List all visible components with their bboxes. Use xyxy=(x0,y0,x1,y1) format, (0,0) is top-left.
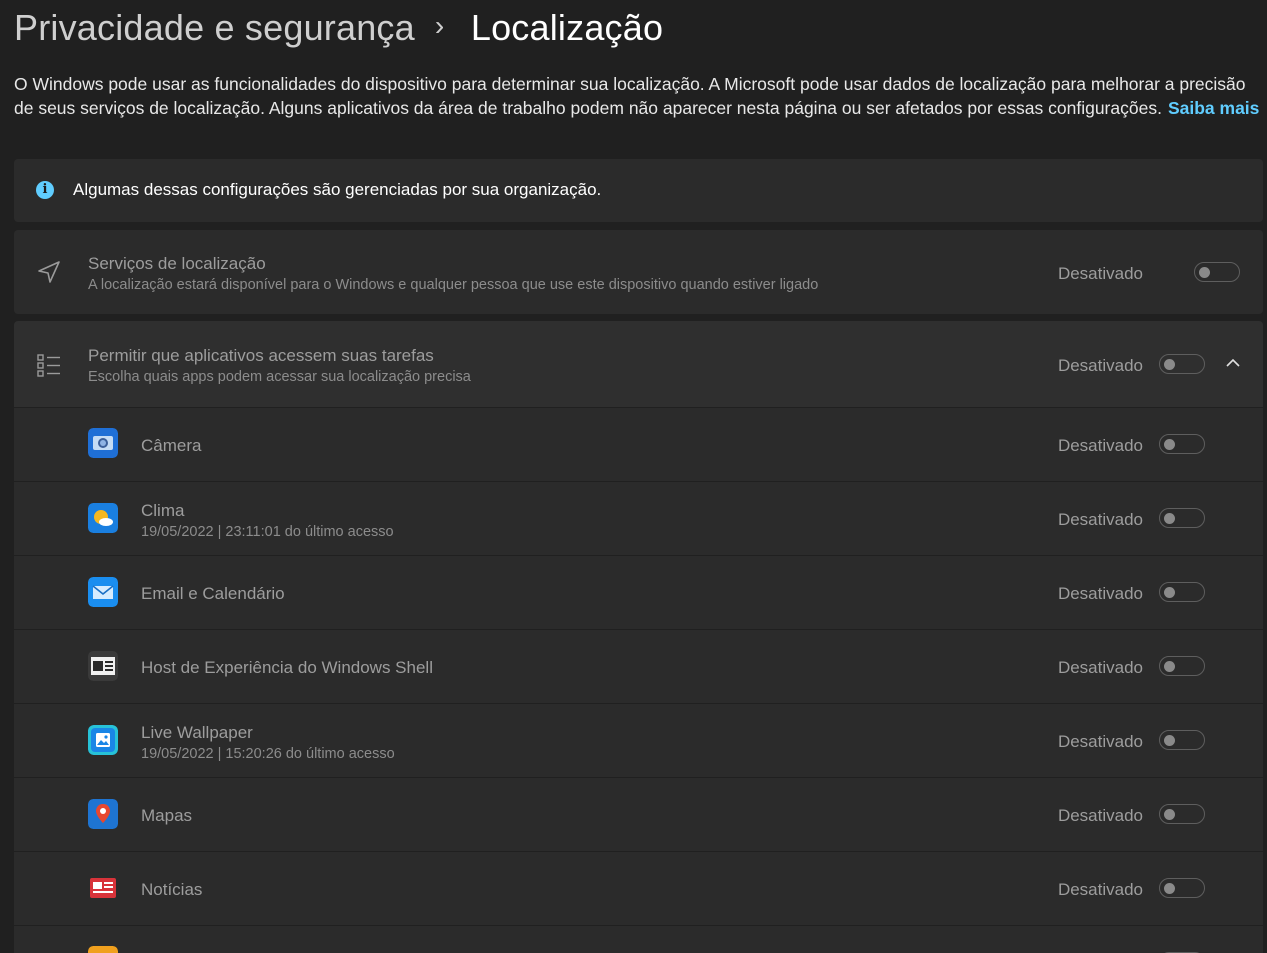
wallpaper-icon xyxy=(88,725,118,755)
breadcrumb: Privacidade e segurança › Localização xyxy=(14,4,663,52)
description-text: O Windows pode usar as funcionalidades d… xyxy=(14,74,1246,118)
app-access-state: Desativado xyxy=(1057,356,1143,375)
app-last-access: 19/05/2022 | 15:20:26 do último acesso xyxy=(141,746,395,762)
location-services-setting: Serviços de localização A localização es… xyxy=(14,230,1263,314)
settings-page: Privacidade e segurança › Localização O … xyxy=(0,0,1267,953)
maps-icon xyxy=(88,799,118,829)
shell-host-icon xyxy=(88,651,118,681)
app-row-maps: Mapas Desativado xyxy=(14,778,1263,851)
list-icon xyxy=(37,354,60,377)
app-row-news: Notícias Desativado xyxy=(14,852,1263,925)
info-bar-text: Algumas dessas configurações são gerenci… xyxy=(73,180,602,199)
app-toggle[interactable] xyxy=(1159,434,1205,454)
app-row-partial xyxy=(14,926,1263,953)
toggle-knob xyxy=(1164,882,1175,894)
app-last-access: 19/05/2022 | 23:11:01 do último acesso xyxy=(141,524,394,540)
app-state: Desativado xyxy=(1057,510,1143,529)
breadcrumb-chevron-icon: › xyxy=(434,10,445,41)
mail-icon xyxy=(88,577,118,607)
chevron-up-icon[interactable] xyxy=(1225,357,1241,369)
app-row-live-wallpaper: Live Wallpaper 19/05/2022 | 15:20:26 do … xyxy=(14,704,1263,777)
location-services-toggle[interactable] xyxy=(1194,262,1240,282)
app-toggle[interactable] xyxy=(1159,656,1205,676)
app-access-setting[interactable]: Permitir que aplicativos acessem suas ta… xyxy=(14,321,1263,407)
app-toggle[interactable] xyxy=(1159,508,1205,528)
learn-more-link[interactable]: Saiba mais xyxy=(1168,98,1259,118)
app-name: Host de Experiência do Windows Shell xyxy=(141,658,433,677)
navigation-arrow-icon xyxy=(38,261,60,283)
app-row-shell-host: Host de Experiência do Windows Shell Des… xyxy=(14,630,1263,703)
app-state: Desativado xyxy=(1057,436,1143,455)
app-row-mail: Email e Calendário Desativado xyxy=(14,556,1263,629)
app-toggle[interactable] xyxy=(1159,878,1205,898)
app-name: Live Wallpaper xyxy=(141,723,253,742)
app-icon xyxy=(88,946,118,953)
toggle-knob xyxy=(1164,808,1175,820)
app-name: Câmera xyxy=(141,436,202,455)
app-name: Mapas xyxy=(141,806,193,825)
location-services-state: Desativado xyxy=(1057,264,1143,283)
app-access-toggle[interactable] xyxy=(1159,354,1205,374)
toggle-knob xyxy=(1199,266,1210,278)
app-name: Email e Calendário xyxy=(141,584,285,603)
toggle-knob xyxy=(1164,734,1175,746)
app-state: Desativado xyxy=(1057,880,1143,899)
info-icon: i xyxy=(36,181,54,199)
app-list: Câmera Desativado Clima 19/05/2022 | 23:… xyxy=(14,408,1263,953)
toggle-knob xyxy=(1164,512,1175,524)
location-services-title: Serviços de localização xyxy=(88,254,266,273)
page-description: O Windows pode usar as funcionalidades d… xyxy=(14,72,1264,120)
app-state: Desativado xyxy=(1057,732,1143,751)
app-name: Clima xyxy=(141,501,185,520)
toggle-knob xyxy=(1164,358,1175,370)
app-row-camera: Câmera Desativado xyxy=(14,408,1263,481)
app-name: Notícias xyxy=(141,880,203,899)
app-state: Desativado xyxy=(1057,584,1143,603)
breadcrumb-parent[interactable]: Privacidade e segurança xyxy=(14,7,415,49)
app-state: Desativado xyxy=(1057,806,1143,825)
camera-icon xyxy=(88,428,118,458)
toggle-knob xyxy=(1164,660,1175,672)
weather-icon xyxy=(88,503,118,533)
toggle-knob xyxy=(1164,438,1175,450)
app-toggle[interactable] xyxy=(1159,804,1205,824)
info-bar: i Algumas dessas configurações são geren… xyxy=(14,159,1263,222)
app-toggle[interactable] xyxy=(1159,730,1205,750)
app-access-subtitle: Escolha quais apps podem acessar sua loc… xyxy=(88,369,471,385)
app-access-title: Permitir que aplicativos acessem suas ta… xyxy=(88,346,434,365)
toggle-knob xyxy=(1164,586,1175,598)
location-services-subtitle: A localização estará disponível para o W… xyxy=(88,277,819,293)
app-toggle[interactable] xyxy=(1159,582,1205,602)
app-row-weather: Clima 19/05/2022 | 23:11:01 do último ac… xyxy=(14,482,1263,555)
page-title: Localização xyxy=(470,7,664,48)
news-icon xyxy=(90,878,116,898)
app-state: Desativado xyxy=(1057,658,1143,677)
